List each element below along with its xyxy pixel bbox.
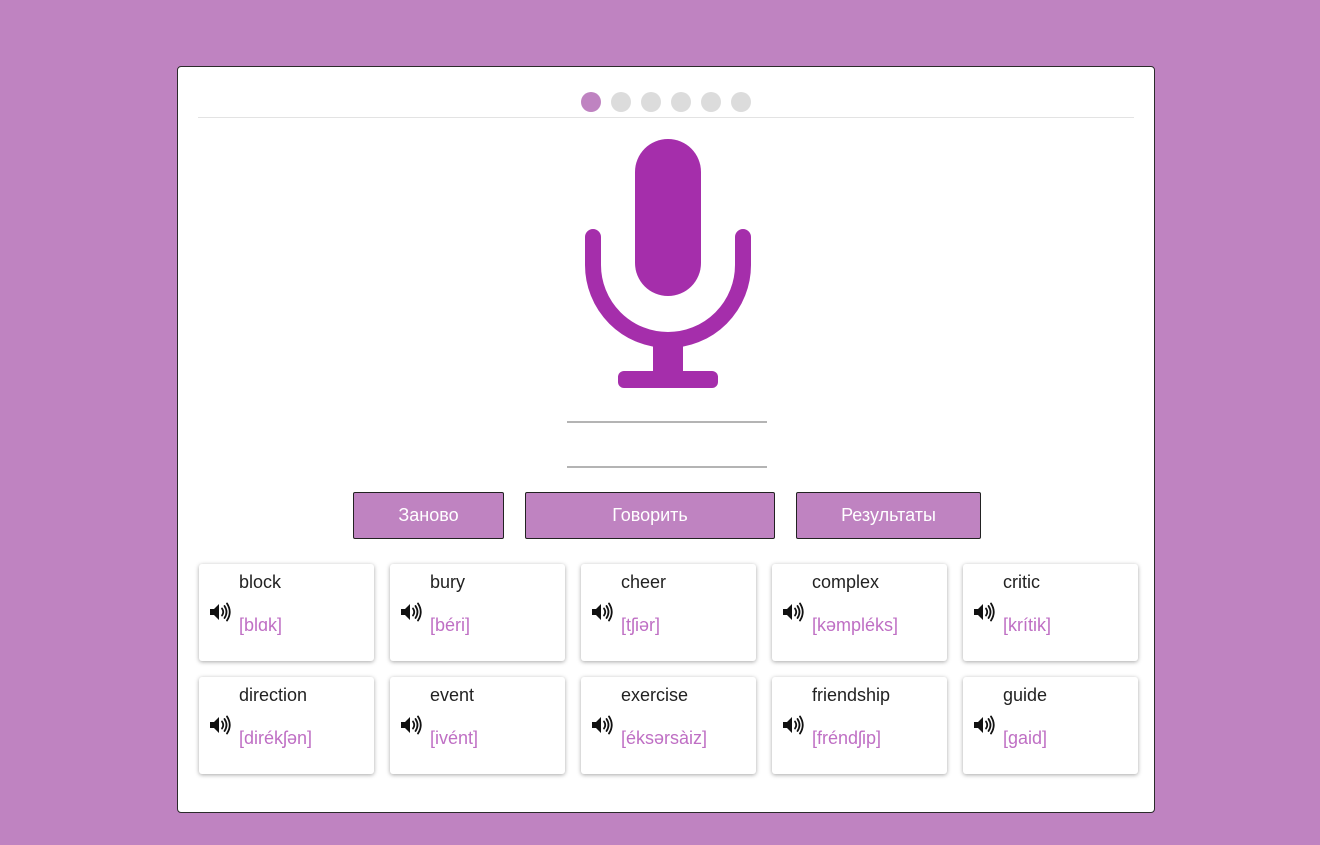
word-card: direction [dirékʃən] bbox=[199, 677, 374, 774]
speaker-icon[interactable] bbox=[208, 713, 232, 737]
speaker-icon[interactable] bbox=[399, 600, 423, 624]
results-button[interactable]: Результаты bbox=[796, 492, 981, 539]
word-transcription: [dirékʃən] bbox=[239, 728, 313, 748]
speaker-icon[interactable] bbox=[590, 600, 614, 624]
speaker-icon[interactable] bbox=[208, 600, 232, 624]
progress-dots bbox=[178, 92, 1154, 112]
word-transcription: [béri] bbox=[430, 615, 471, 635]
word-text: cheer bbox=[621, 572, 667, 592]
word-transcription: [blɑk] bbox=[239, 615, 283, 635]
progress-dot bbox=[641, 92, 661, 112]
speaker-icon[interactable] bbox=[972, 713, 996, 737]
word-transcription: [tʃiər] bbox=[621, 615, 661, 635]
speaker-icon[interactable] bbox=[399, 713, 423, 737]
word-text: complex bbox=[812, 572, 880, 592]
word-text: bury bbox=[430, 572, 466, 592]
microphone-icon[interactable] bbox=[583, 137, 753, 389]
word-card: friendship [fréndʃip] bbox=[772, 677, 947, 774]
word-card: critic [krítik] bbox=[963, 564, 1138, 661]
recognized-text-line bbox=[567, 466, 767, 468]
progress-dot bbox=[701, 92, 721, 112]
word-card: guide [gaid] bbox=[963, 677, 1138, 774]
word-text: friendship bbox=[812, 685, 891, 705]
word-text: event bbox=[430, 685, 475, 705]
speaker-icon[interactable] bbox=[972, 600, 996, 624]
recognized-text-line bbox=[567, 421, 767, 423]
word-card: bury [béri] bbox=[390, 564, 565, 661]
word-text: exercise bbox=[621, 685, 689, 705]
word-card: complex [kəmpléks] bbox=[772, 564, 947, 661]
word-card: block [blɑk] bbox=[199, 564, 374, 661]
word-transcription: [éksərsàiz] bbox=[621, 728, 708, 748]
word-card: cheer [tʃiər] bbox=[581, 564, 756, 661]
progress-dot bbox=[731, 92, 751, 112]
word-card: event [ivént] bbox=[390, 677, 565, 774]
word-transcription: [gaid] bbox=[1003, 728, 1048, 748]
speak-button[interactable]: Говорить bbox=[525, 492, 775, 539]
word-transcription: [fréndʃip] bbox=[812, 728, 882, 748]
progress-dot bbox=[671, 92, 691, 112]
word-transcription: [ivént] bbox=[430, 728, 479, 748]
speaker-icon[interactable] bbox=[590, 713, 614, 737]
progress-dot bbox=[581, 92, 601, 112]
word-transcription: [kəmpléks] bbox=[812, 615, 899, 635]
divider bbox=[198, 117, 1134, 118]
word-text: block bbox=[239, 572, 282, 592]
restart-button[interactable]: Заново bbox=[353, 492, 504, 539]
word-text: guide bbox=[1003, 685, 1048, 705]
exercise-card: Заново Говорить Результаты block [blɑk] bu… bbox=[177, 66, 1155, 813]
progress-dot bbox=[611, 92, 631, 112]
word-text: direction bbox=[239, 685, 308, 705]
speaker-icon[interactable] bbox=[781, 600, 805, 624]
word-card: exercise [éksərsàiz] bbox=[581, 677, 756, 774]
speaker-icon[interactable] bbox=[781, 713, 805, 737]
word-text: critic bbox=[1003, 572, 1040, 592]
word-transcription: [krítik] bbox=[1003, 615, 1051, 635]
word-list: block [blɑk] bury [béri] cheer [tʃiər] complex… bbox=[199, 564, 1138, 774]
